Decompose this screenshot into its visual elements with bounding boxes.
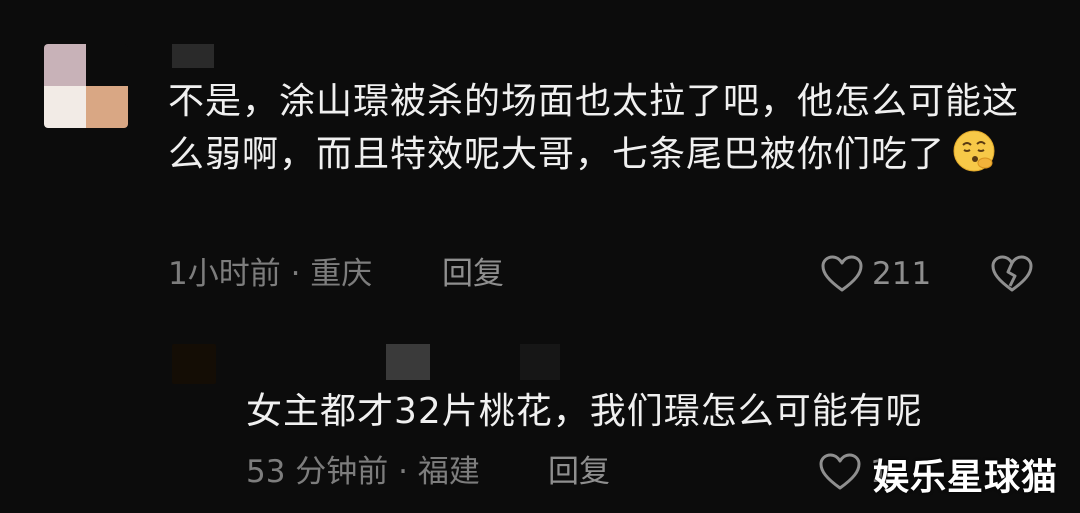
username-redacted[interactable] bbox=[172, 44, 214, 68]
comment-meta: 1小时前 · 重庆 bbox=[168, 256, 373, 292]
like-count: 211 bbox=[872, 256, 932, 292]
reply-button[interactable]: 回复 bbox=[442, 254, 504, 294]
reply-avatar[interactable] bbox=[172, 344, 216, 384]
thinking-face-emoji-icon bbox=[953, 130, 995, 172]
reply-to-username-redacted[interactable] bbox=[520, 344, 560, 380]
reply-text: 女主都才32片桃花，我们璟怎么可能有呢 bbox=[246, 391, 923, 432]
comment-text: 不是，涂山璟被杀的场面也太拉了吧，他怎么可能这么弱啊，而且特效呢大哥，七条尾巴被… bbox=[168, 76, 1028, 181]
watermark: 娱乐星球猫 bbox=[872, 457, 1058, 498]
avatar[interactable] bbox=[44, 44, 128, 128]
heart-icon bbox=[819, 453, 861, 490]
broken-heart-icon bbox=[991, 255, 1033, 292]
reply-meta: 53 分钟前 · 福建 bbox=[246, 454, 480, 490]
reply-username-redacted[interactable] bbox=[386, 344, 430, 380]
dislike-button[interactable] bbox=[990, 254, 1034, 294]
comment-thread: 不是，涂山璟被杀的场面也太拉了吧，他怎么可能这么弱啊，而且特效呢大哥，七条尾巴被… bbox=[0, 0, 1080, 513]
heart-icon bbox=[821, 255, 863, 292]
comment-body: 不是，涂山璟被杀的场面也太拉了吧，他怎么可能这么弱啊，而且特效呢大哥，七条尾巴被… bbox=[168, 81, 1020, 175]
reply-reply-button[interactable]: 回复 bbox=[548, 452, 610, 492]
like-button[interactable]: 211 bbox=[820, 254, 931, 294]
